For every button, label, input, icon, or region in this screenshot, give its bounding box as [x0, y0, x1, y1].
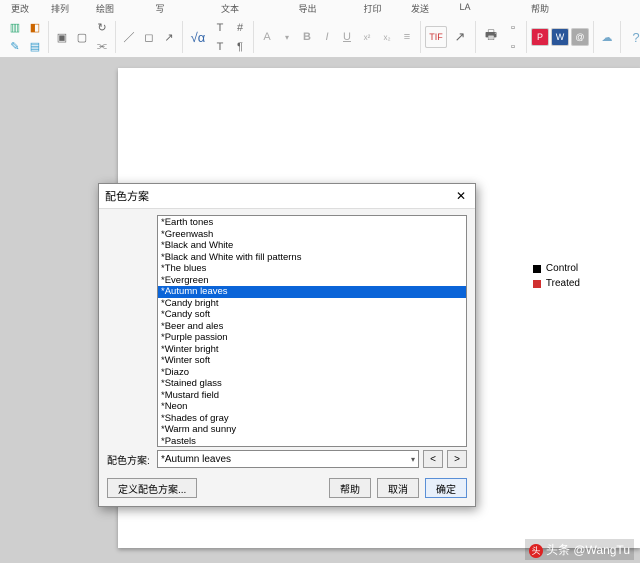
link-icon[interactable]: ⫘ [93, 38, 111, 56]
color-scheme-dialog: 配色方案 ✕ *Earth tones*Greenwash*Black and … [98, 183, 476, 507]
scheme-item[interactable]: *Winter bright [158, 344, 466, 356]
help-button[interactable]: 帮助 [329, 478, 371, 498]
ribbon-group-write: 写 [130, 0, 190, 17]
export-tiff-icon[interactable]: TIF [425, 26, 447, 48]
export-out-icon[interactable]: ↗ [449, 26, 471, 48]
chevron-down-icon: ▾ [411, 455, 415, 464]
print-one-icon[interactable]: ▫ [504, 19, 522, 37]
scheme-item[interactable]: *Autumn leaves [158, 286, 466, 298]
scheme-item[interactable]: *Warm and sunny [158, 424, 466, 436]
scheme-item[interactable]: *Candy soft [158, 309, 466, 321]
watermark-text: 头条 @WangTu [546, 543, 630, 557]
watermark-avatar-icon: 头 [529, 544, 543, 558]
ribbon: 更改 排列 绘图 写 文本 导出 打印 发送 LA 帮助 ▥ ✎ ◧ ▤ ▣ ▢… [0, 0, 640, 58]
watermark: 头头条 @WangTu [525, 539, 634, 560]
font-size-icon[interactable]: A [258, 28, 276, 46]
scheme-item[interactable]: *Mustard field [158, 390, 466, 402]
bold-icon[interactable]: B [298, 28, 316, 46]
align-left-icon[interactable]: ≡ [398, 28, 416, 46]
combo-label: 配色方案: [107, 452, 153, 467]
text-tool-t2-icon[interactable]: T [211, 38, 229, 56]
ribbon-group-arrange: 排列 [40, 0, 80, 17]
palette-icon[interactable]: ◧ [26, 19, 44, 37]
next-scheme-button[interactable]: > [447, 450, 467, 468]
scheme-item[interactable]: *Black and White [158, 240, 466, 252]
prev-scheme-button[interactable]: < [423, 450, 443, 468]
ribbon-group-help: 帮助 [520, 0, 560, 17]
text-tool-t1-icon[interactable]: T [211, 19, 229, 37]
scheme-item[interactable]: *Winter soft [158, 355, 466, 367]
ribbon-group-export: 导出 [270, 0, 345, 17]
cancel-button[interactable]: 取消 [377, 478, 419, 498]
swatch-treated-icon [533, 280, 541, 288]
scheme-item[interactable]: *Purple passion [158, 332, 466, 344]
close-icon[interactable]: ✕ [453, 188, 469, 204]
font-dropdown-icon[interactable]: ▾ [278, 28, 296, 46]
hash-icon[interactable]: # [231, 19, 249, 37]
ribbon-group-la: LA [440, 0, 490, 17]
scheme-item[interactable]: *Greenwash [158, 229, 466, 241]
scheme-item[interactable]: *Black and White with fill patterns [158, 252, 466, 264]
align-front-icon[interactable]: ▣ [53, 28, 71, 46]
ribbon-tools: ▥ ✎ ◧ ▤ ▣ ▢ ↻ ⫘ ／ ◻ ↗ √α T T [0, 17, 640, 57]
workspace: Control Treated ntrol ated 90 80 70 60 5… [0, 58, 640, 563]
scheme-combobox[interactable]: *Autumn leaves ▾ [157, 450, 419, 468]
help-icon[interactable]: ? [625, 26, 640, 48]
swatch-control-icon [533, 265, 541, 273]
align-back-icon[interactable]: ▢ [73, 28, 91, 46]
dialog-title: 配色方案 [105, 188, 149, 204]
sub-icon[interactable]: x₂ [378, 28, 396, 46]
send-mail-icon[interactable]: @ [571, 28, 589, 46]
paragraph-icon[interactable]: ¶ [231, 38, 249, 56]
scheme-item[interactable]: *Neon [158, 401, 466, 413]
print-icon[interactable]: 🖶 [480, 26, 502, 48]
italic-icon[interactable]: I [318, 28, 336, 46]
ribbon-group-send: 发送 [400, 0, 440, 17]
define-scheme-button[interactable]: 定义配色方案... [107, 478, 197, 498]
chart-legend: Control Treated [533, 263, 580, 293]
send-ppt-icon[interactable]: P [531, 28, 549, 46]
scheme-listbox[interactable]: *Earth tones*Greenwash*Black and White*B… [157, 215, 467, 447]
dialog-body: *Earth tones*Greenwash*Black and White*B… [99, 209, 475, 506]
scheme-item[interactable]: *Earth tones [158, 217, 466, 229]
chart-type-icon[interactable]: ▥ [6, 19, 24, 37]
ribbon-group-text: 文本 [190, 0, 270, 17]
ribbon-group-change: 更改 [0, 0, 40, 17]
dialog-titlebar[interactable]: 配色方案 ✕ [99, 184, 475, 209]
scheme-item[interactable]: *Candy bright [158, 298, 466, 310]
ok-button[interactable]: 确定 [425, 478, 467, 498]
scheme-item[interactable]: *Diazo [158, 367, 466, 379]
sqrt-icon[interactable]: √α [187, 26, 209, 48]
scheme-item[interactable]: *Stained glass [158, 378, 466, 390]
chart-edit-icon[interactable]: ✎ [6, 38, 24, 56]
ribbon-group-print: 打印 [345, 0, 400, 17]
line-icon[interactable]: ／ [120, 28, 138, 46]
legend-control: Control [533, 263, 580, 274]
shape-icon[interactable]: ◻ [140, 28, 158, 46]
gradient-icon[interactable]: ▤ [26, 38, 44, 56]
scheme-item[interactable]: *The blues [158, 263, 466, 275]
super-icon[interactable]: x² [358, 28, 376, 46]
scheme-item[interactable]: *Beer and ales [158, 321, 466, 333]
ribbon-group-labels: 更改 排列 绘图 写 文本 导出 打印 发送 LA 帮助 [0, 0, 640, 17]
scheme-item[interactable]: *Shades of gray [158, 413, 466, 425]
send-word-icon[interactable]: W [551, 28, 569, 46]
print-all-icon[interactable]: ▫ [504, 38, 522, 56]
scheme-item[interactable]: *Evergreen [158, 275, 466, 287]
legend-treated: Treated [533, 278, 580, 289]
underline-icon[interactable]: U [338, 28, 356, 46]
legend-control-label: Control [546, 263, 578, 274]
combo-value: *Autumn leaves [161, 454, 231, 465]
cloud-icon[interactable]: ☁ [598, 28, 616, 46]
scheme-item[interactable]: *Pastels [158, 436, 466, 448]
rotate-icon[interactable]: ↻ [93, 19, 111, 37]
arrow-icon[interactable]: ↗ [160, 28, 178, 46]
ribbon-group-draw: 绘图 [80, 0, 130, 17]
legend-treated-label: Treated [546, 278, 580, 289]
